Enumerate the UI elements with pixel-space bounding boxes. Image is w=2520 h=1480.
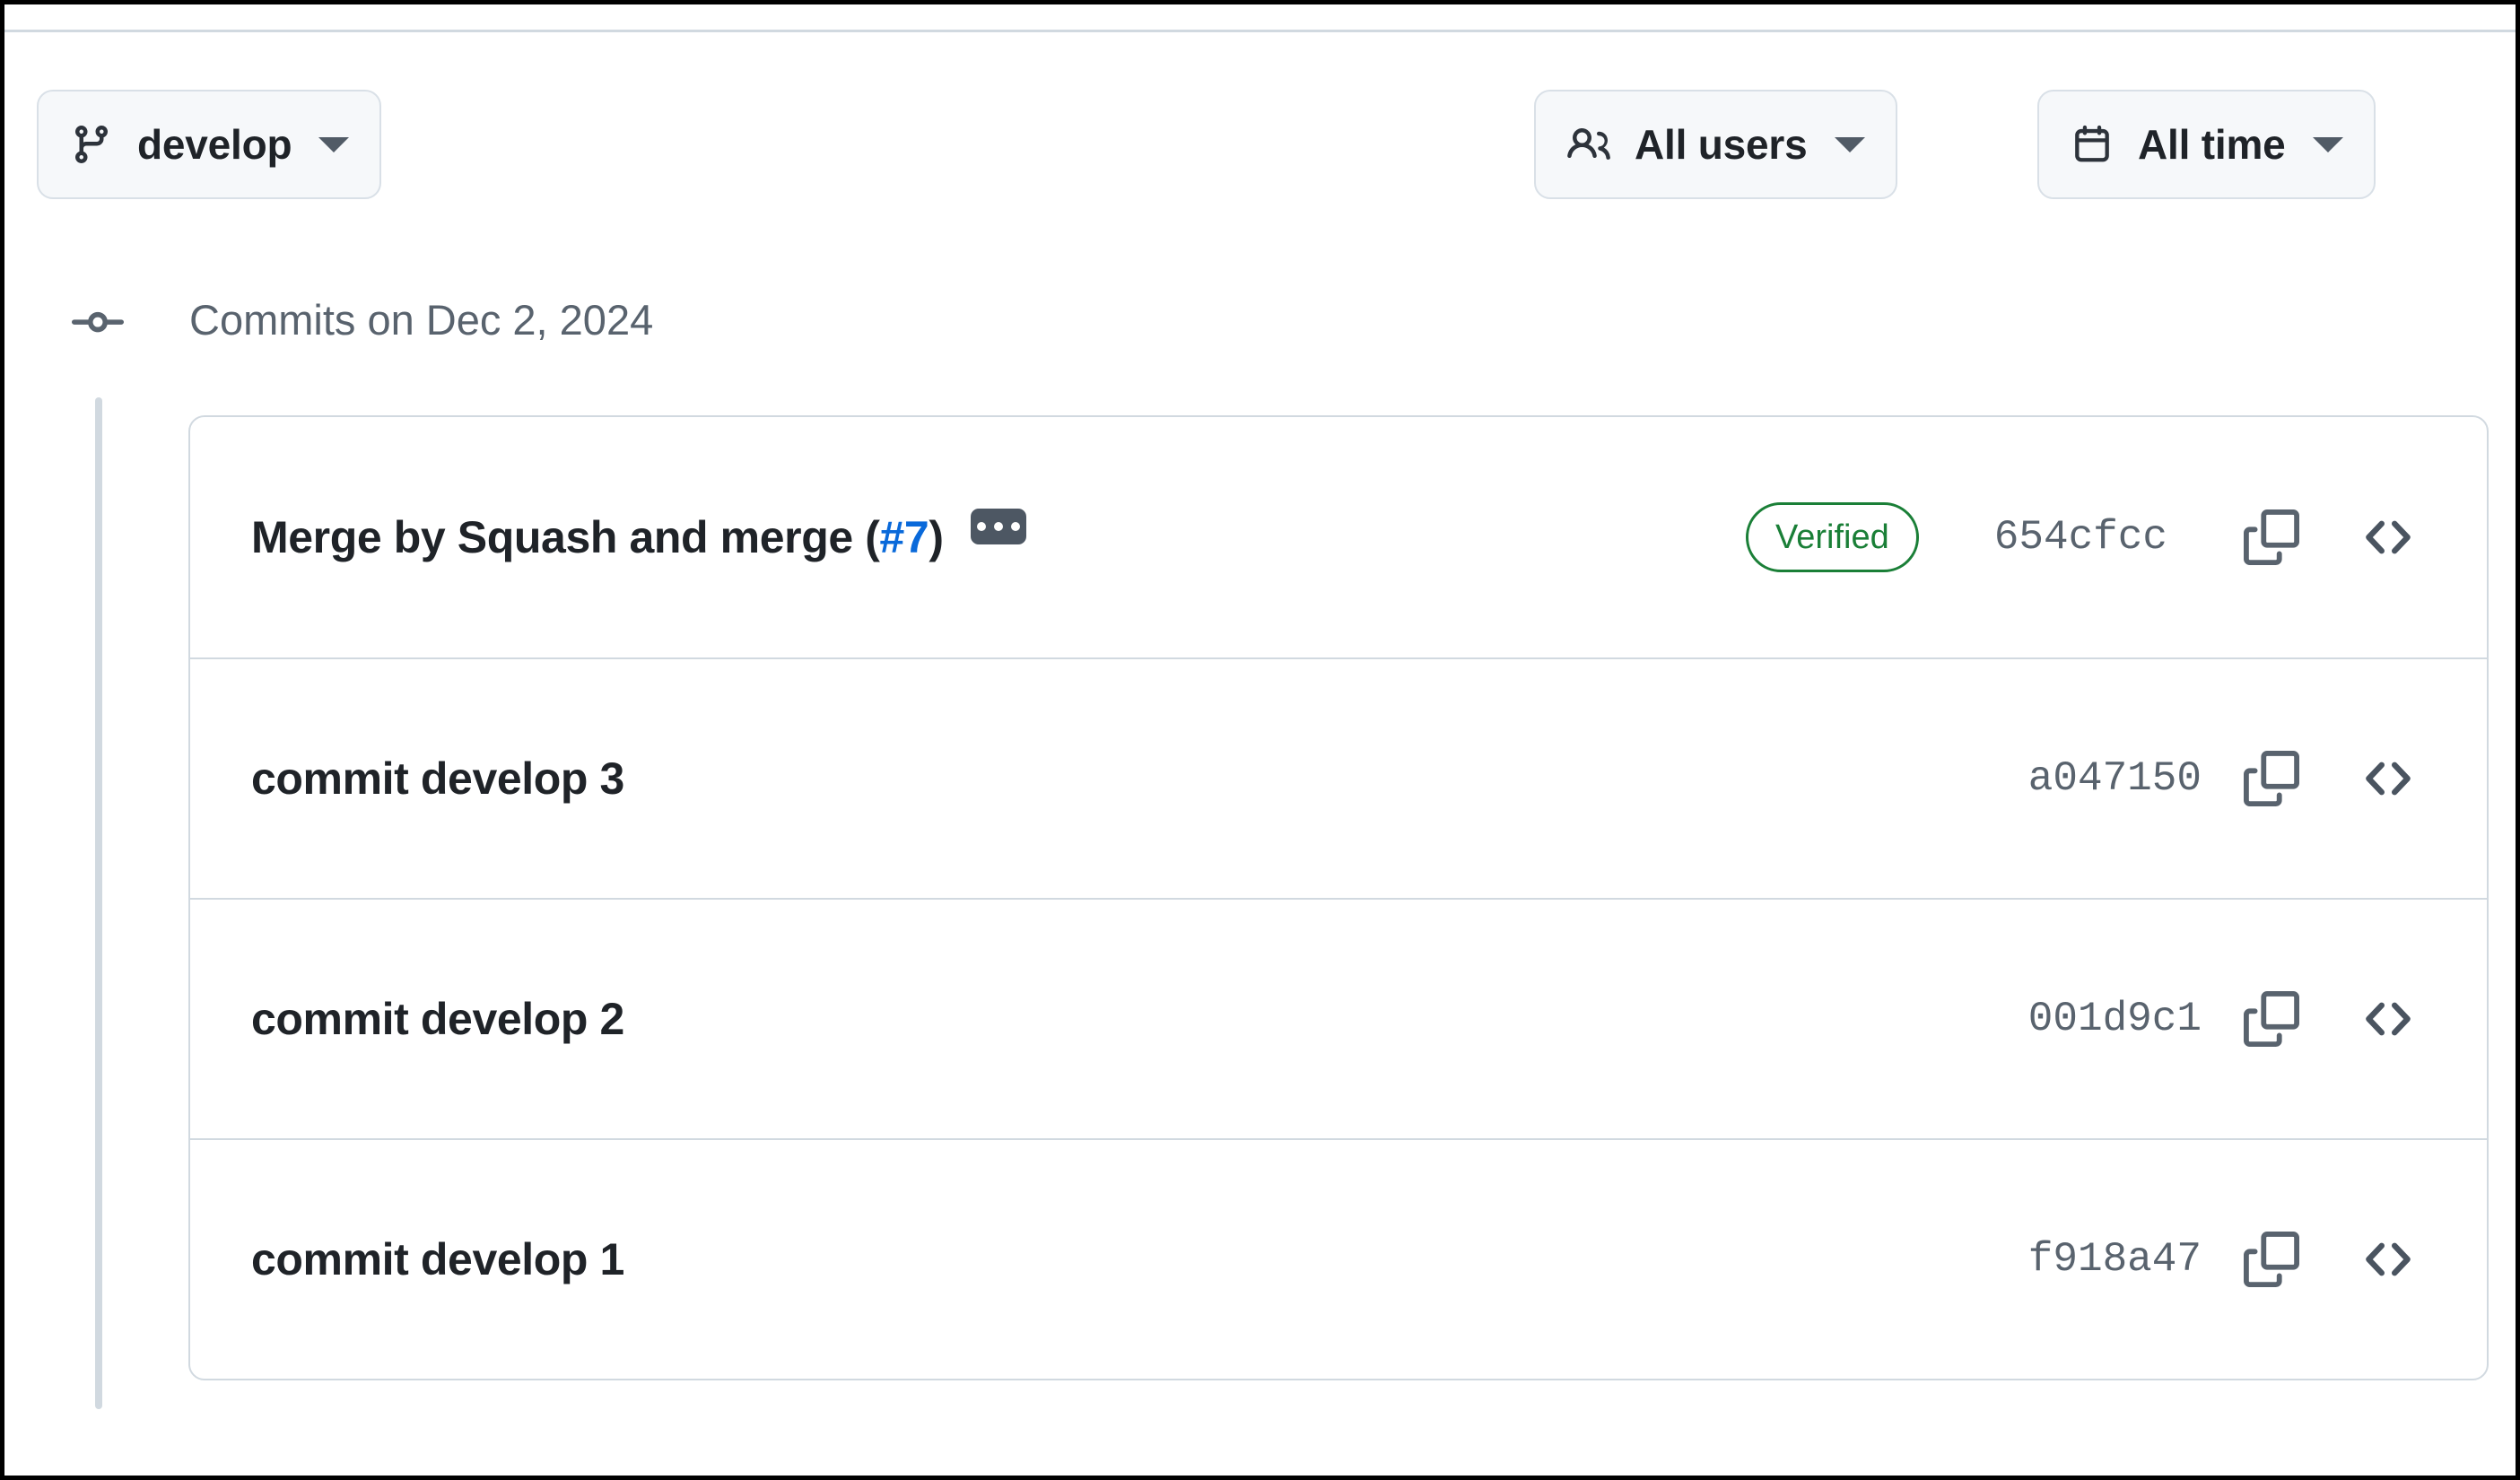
git-branch-icon xyxy=(69,122,114,167)
commit-message-text: Merge by Squash and merge ( xyxy=(251,512,880,562)
commit-message[interactable]: Merge by Squash and merge (#7) xyxy=(251,511,944,563)
commit-sha[interactable]: a047150 xyxy=(2028,755,2202,802)
commits-date-label: Commits on Dec 2, 2024 xyxy=(189,296,654,344)
pull-request-link[interactable]: #7 xyxy=(879,512,929,562)
commit-row-main: Merge by Squash and merge (#7) xyxy=(251,509,1026,563)
chevron-down-icon xyxy=(2312,136,2343,152)
timeline-rail xyxy=(95,397,102,1409)
commit-row-meta: a047150 xyxy=(2028,736,2431,822)
commit-sha[interactable]: 001d9c1 xyxy=(2028,996,2202,1042)
commit-sha[interactable]: f918a47 xyxy=(2028,1236,2202,1283)
code-icon[interactable] xyxy=(2345,736,2431,822)
dot xyxy=(976,522,986,531)
commit-message[interactable]: commit develop 1 xyxy=(251,1233,624,1285)
time-filter-label: All time xyxy=(2138,121,2286,168)
people-icon xyxy=(1566,122,1611,167)
table-row[interactable]: Merge by Squash and merge (#7) Verified … xyxy=(190,417,2487,657)
commits-page: develop All users All time Commits on De… xyxy=(0,0,2520,1480)
user-filter-label: All users xyxy=(1635,121,1808,168)
copy-icon[interactable] xyxy=(2228,1216,2315,1302)
copy-icon[interactable] xyxy=(2228,976,2315,1062)
commit-row-main: commit develop 2 xyxy=(251,993,624,1045)
code-icon[interactable] xyxy=(2345,976,2431,1062)
copy-icon[interactable] xyxy=(2228,736,2315,822)
commit-row-meta: f918a47 xyxy=(2028,1216,2431,1302)
commit-list: Merge by Squash and merge (#7) Verified … xyxy=(188,415,2489,1380)
expand-commit-message-button[interactable] xyxy=(970,509,1026,544)
calendar-icon xyxy=(2070,122,2115,167)
dot xyxy=(1010,522,1020,531)
commits-toolbar: develop All users All time xyxy=(4,90,2516,199)
chevron-down-icon xyxy=(318,136,350,152)
time-filter-button[interactable]: All time xyxy=(2037,90,2376,199)
commit-row-main: commit develop 3 xyxy=(251,753,624,805)
status-badge[interactable]: Verified xyxy=(1746,502,1919,572)
copy-icon[interactable] xyxy=(2228,494,2315,580)
commit-row-meta: Verified 654cfcc xyxy=(1746,494,2431,580)
dot xyxy=(993,522,1003,531)
chevron-down-icon xyxy=(1834,136,1865,152)
branch-filter-button[interactable]: develop xyxy=(37,90,382,199)
branch-filter-label: develop xyxy=(137,121,292,168)
commit-dot-icon xyxy=(69,296,126,350)
commit-message-suffix: ) xyxy=(929,512,944,562)
code-icon[interactable] xyxy=(2345,1216,2431,1302)
header-divider xyxy=(4,30,2516,32)
table-row[interactable]: commit develop 3 a047150 xyxy=(190,657,2487,898)
commit-message[interactable]: commit develop 2 xyxy=(251,993,624,1045)
commit-row-meta: 001d9c1 xyxy=(2028,976,2431,1062)
user-filter-button[interactable]: All users xyxy=(1534,90,1897,199)
table-row[interactable]: commit develop 2 001d9c1 xyxy=(190,898,2487,1138)
table-row[interactable]: commit develop 1 f918a47 xyxy=(190,1138,2487,1379)
code-icon[interactable] xyxy=(2345,494,2431,580)
commit-row-main: commit develop 1 xyxy=(251,1233,624,1285)
commit-message[interactable]: commit develop 3 xyxy=(251,753,624,805)
commit-sha[interactable]: 654cfcc xyxy=(1994,514,2167,561)
